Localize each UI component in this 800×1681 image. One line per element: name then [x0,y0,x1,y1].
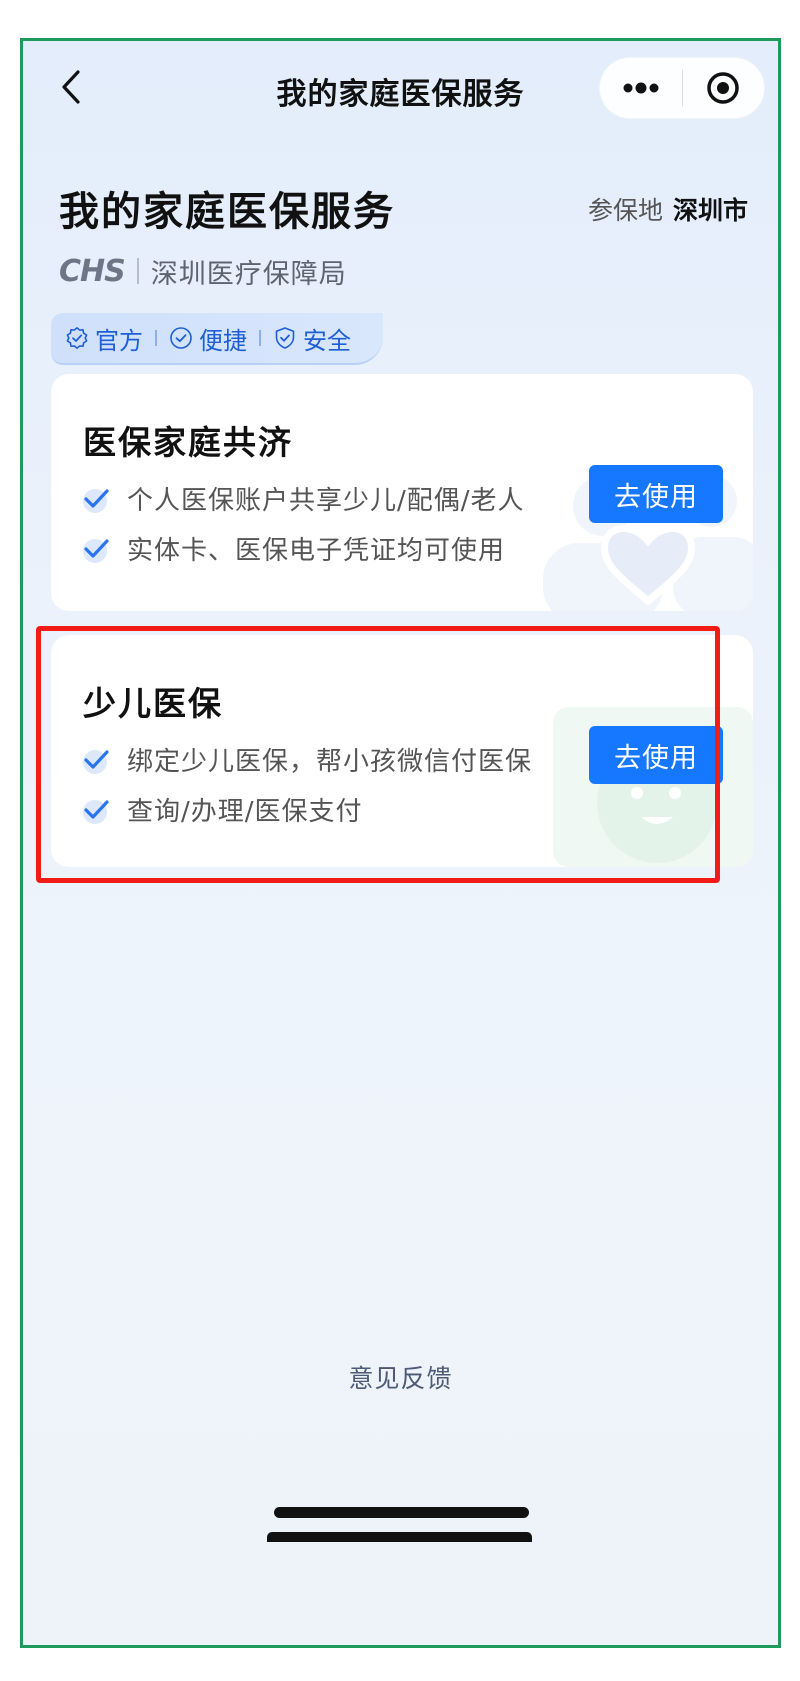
chs-logo: CHS [59,253,126,289]
more-dots-icon [623,82,659,94]
card-title: 医保家庭共济 [83,423,293,462]
badge-divider [259,330,261,346]
mini-program-capsule [599,57,765,119]
region-label: 参保地 [587,196,663,225]
more-button[interactable] [600,57,682,119]
badge-official: 官方 [65,321,143,356]
feature-item: 绑定少儿医保，帮小孩微信付医保 [81,741,532,778]
check-icon [83,799,109,824]
badge-convenient-label: 便捷 [199,326,247,355]
card-child-insurance: 少儿医保 绑定少儿医保，帮小孩微信付医保 查询/办理/医保支付 去使用 [51,635,753,867]
badge-official-label: 官方 [95,326,143,355]
organization: CHS 深圳医疗保障局 [59,251,347,291]
badge-divider [155,330,157,346]
region-value[interactable]: 深圳市 [673,196,748,225]
check-icon [83,488,109,513]
insured-region: 参保地 深圳市 [588,191,748,227]
home-indicator[interactable] [274,1507,529,1518]
check-icon [83,749,109,774]
card-family-mutual-aid: 医保家庭共济 个人医保账户共享少儿/配偶/老人 实体卡、医保电子凭证均可使用 去… [51,374,753,611]
close-mini-program-button[interactable] [683,57,765,119]
page-title: 我的家庭医保服务 [59,189,395,235]
home-indicator-shadow [267,1532,532,1542]
badge-safe-label: 安全 [303,326,351,355]
feature-badges: 官方 便捷 安全 [51,313,383,365]
feature-item: 查询/办理/医保支付 [81,791,363,828]
check-circle-icon [170,327,192,349]
app-frame: 我的家庭医保服务 我的家庭医保服务 参保地 深圳市 CHS 深圳医疗保障局 官方… [20,38,781,1648]
nav-bar: 我的家庭医保服务 [23,41,778,131]
feature-text: 查询/办理/医保支付 [127,797,363,827]
feature-text: 实体卡、医保电子凭证均可使用 [127,536,506,566]
org-name: 深圳医疗保障局 [150,258,347,290]
target-circle-icon [707,72,739,104]
feature-text: 个人医保账户共享少儿/配偶/老人 [127,486,525,516]
official-seal-icon [66,327,88,349]
feature-item: 实体卡、医保电子凭证均可使用 [81,530,505,567]
feedback-link[interactable]: 意见反馈 [23,1359,778,1395]
org-divider [136,258,139,284]
check-icon [83,538,109,563]
feature-item: 个人医保账户共享少儿/配偶/老人 [81,480,525,517]
shield-check-icon [275,327,295,349]
use-button-family-mutual-aid[interactable]: 去使用 [589,465,723,523]
badge-safe: 安全 [273,321,351,356]
badge-convenient: 便捷 [169,321,247,356]
use-button-child-insurance[interactable]: 去使用 [589,726,723,784]
feature-text: 绑定少儿医保，帮小孩微信付医保 [127,747,533,777]
card-title: 少儿医保 [83,684,223,723]
